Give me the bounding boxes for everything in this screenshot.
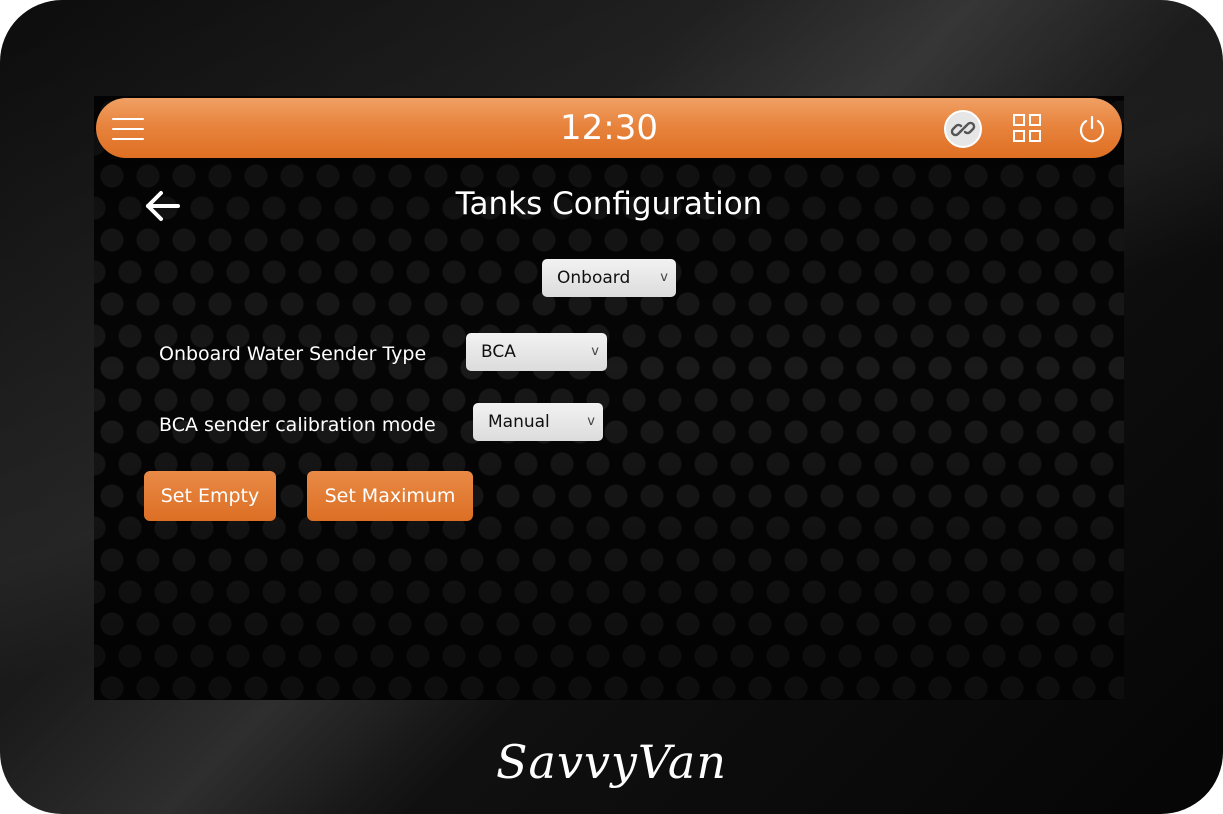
device-frame: 12:30 Tanks Configuration Onboard v Onbo…	[0, 0, 1223, 814]
link-icon[interactable]	[944, 110, 982, 148]
tank-select-value: Onboard	[557, 268, 631, 288]
brand-logo: SavvyVan	[496, 735, 727, 789]
screen: 12:30 Tanks Configuration Onboard v Onbo…	[94, 96, 1124, 700]
set-empty-button[interactable]: Set Empty	[144, 471, 276, 521]
calibration-mode-value: Manual	[488, 412, 550, 432]
tank-select[interactable]: Onboard v	[542, 259, 676, 297]
top-bar: 12:30	[96, 98, 1122, 158]
chevron-down-icon: v	[591, 344, 599, 359]
power-icon[interactable]	[1076, 113, 1108, 145]
page-title: Tanks Configuration	[455, 186, 763, 222]
chevron-down-icon: v	[587, 414, 595, 429]
set-maximum-button[interactable]: Set Maximum	[307, 471, 473, 521]
calibration-mode-select[interactable]: Manual v	[473, 403, 603, 441]
sender-type-select[interactable]: BCA v	[466, 333, 607, 371]
grid-icon[interactable]	[1012, 113, 1044, 145]
sender-type-label: Onboard Water Sender Type	[159, 343, 427, 365]
menu-icon[interactable]	[112, 118, 144, 140]
arrow-left-icon[interactable]	[142, 188, 182, 224]
calibration-mode-label: BCA sender calibration mode	[159, 414, 436, 436]
sender-type-value: BCA	[481, 342, 516, 362]
clock: 12:30	[560, 108, 658, 148]
chevron-down-icon: v	[660, 270, 668, 285]
